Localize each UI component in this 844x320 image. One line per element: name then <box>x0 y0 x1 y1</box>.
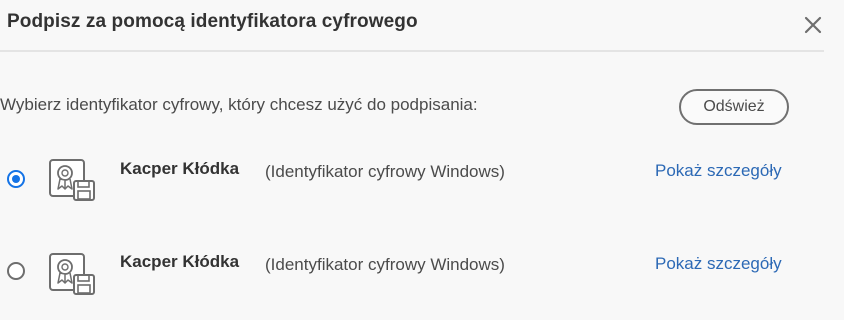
digital-id-row[interactable]: Kacper Kłódka (Identyfikator cyfrowy Win… <box>0 150 844 210</box>
digital-id-row[interactable]: Kacper Kłódka (Identyfikator cyfrowy Win… <box>0 243 844 303</box>
show-details-link[interactable]: Pokaż szczegóły <box>655 254 782 274</box>
certificate-icon <box>49 253 95 295</box>
refresh-button[interactable]: Odśwież <box>679 89 789 125</box>
digital-id-name: Kacper Kłódka <box>120 252 240 271</box>
digital-id-type: (Identyfikator cyfrowy Windows) <box>265 255 505 274</box>
certificate-icon <box>49 159 95 201</box>
digital-id-radio-unselected[interactable] <box>7 262 25 280</box>
dialog-title: Podpisz za pomocą identyfikatora cyfrowe… <box>7 11 418 32</box>
close-icon[interactable] <box>800 12 826 38</box>
show-details-link[interactable]: Pokaż szczegóły <box>655 161 782 181</box>
header-divider <box>0 50 824 52</box>
digital-id-type: (Identyfikator cyfrowy Windows) <box>265 162 505 181</box>
digital-id-radio-selected[interactable] <box>7 170 25 188</box>
sign-with-digital-id-dialog: Podpisz za pomocą identyfikatora cyfrowe… <box>0 0 844 320</box>
choose-id-prompt: Wybierz identyfikator cyfrowy, który chc… <box>0 95 478 114</box>
digital-id-name: Kacper Kłódka <box>120 159 240 178</box>
